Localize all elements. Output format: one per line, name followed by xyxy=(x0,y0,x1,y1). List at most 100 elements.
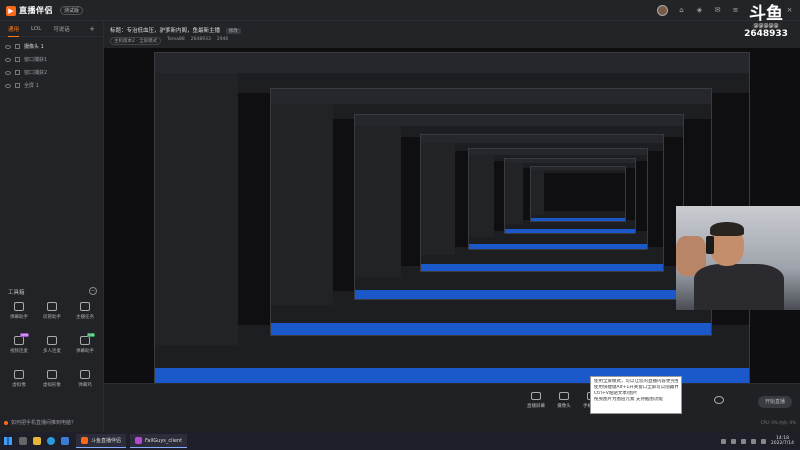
tool-item[interactable]: 虚拟形象 xyxy=(37,370,67,394)
store-icon[interactable] xyxy=(58,432,72,450)
volume-icon[interactable] xyxy=(760,438,766,444)
preview-mirror xyxy=(530,166,626,222)
danmaku-icon xyxy=(80,336,90,345)
logo-icon: ▶ xyxy=(6,5,16,16)
app-logo: ▶ 直播伴侣 测试版 xyxy=(6,5,84,16)
tool-label: 弹幕助手 xyxy=(10,315,28,320)
version-badge: 测试版 xyxy=(60,6,84,15)
tip-line: 拖曳图片为图层元素 支持截图功能 xyxy=(594,397,663,402)
eye-icon[interactable] xyxy=(5,70,11,75)
button-label: 摄像头 xyxy=(557,404,571,409)
camera-icon xyxy=(559,392,569,400)
scene-item[interactable]: 摄像头 1 xyxy=(0,40,103,53)
user-icon xyxy=(47,302,57,311)
tab-talk[interactable]: 可说话 xyxy=(53,25,70,33)
category-text: Tema88 xyxy=(167,37,185,42)
taskbar-app-label: 斗鱼直播伴侣 xyxy=(91,438,122,444)
eye-icon[interactable] xyxy=(5,83,11,88)
tool-label: 弹幕鸡 xyxy=(78,383,92,388)
windows-start-icon[interactable] xyxy=(0,432,16,450)
task-icon xyxy=(80,302,90,311)
tray-icon[interactable] xyxy=(720,438,726,444)
eye-icon[interactable] xyxy=(5,57,11,62)
screen-capture-button[interactable]: 直播屏幕 xyxy=(522,392,550,409)
tool-label: 视频连麦 xyxy=(10,349,28,354)
window-icon xyxy=(15,70,20,75)
eye-icon[interactable] xyxy=(5,44,11,49)
scene-label: 窗口捕获1 xyxy=(24,57,48,63)
settings-button[interactable] xyxy=(714,396,724,407)
help-hint[interactable]: 如何把手机直播间推到电脑？ xyxy=(4,419,76,426)
scene-tabs: 通用 LOL 可说话 + xyxy=(0,21,103,37)
tool-label: 虚拟像 xyxy=(12,383,26,388)
tool-item[interactable]: 虚拟像 xyxy=(4,370,34,394)
add-tab-button[interactable]: + xyxy=(89,25,95,33)
video-link-icon xyxy=(14,336,24,345)
scene-item[interactable]: 全屏 1 xyxy=(0,79,103,92)
window-icon xyxy=(15,57,20,62)
hint-text: 如何把手机直播间推到电脑？ xyxy=(11,420,77,426)
screen-icon xyxy=(531,392,541,400)
watermark-logo: 斗鱼 xyxy=(749,4,783,24)
tool-item[interactable]: 多人连麦 xyxy=(37,336,67,360)
tool-item[interactable]: 主播任务 xyxy=(70,302,100,326)
scene-item[interactable]: 窗口捕获1 xyxy=(0,53,103,66)
tool-label: 主播任务 xyxy=(76,315,94,320)
sidebar: 通用 LOL 可说话 + 摄像头 1 窗口捕获1 窗口捕获2 全屏 1 工具箱 … xyxy=(0,21,104,432)
file-explorer-icon[interactable] xyxy=(30,432,44,450)
camera-button[interactable]: 摄像头 xyxy=(550,392,578,409)
fallguys-app-icon xyxy=(135,437,143,444)
taskbar-app-label: FallGuys_client xyxy=(145,437,183,444)
menu-icon[interactable]: ≡ xyxy=(731,6,740,15)
tool-item[interactable]: 房管助手 xyxy=(37,302,67,326)
title-prefix: 标题： xyxy=(110,28,127,34)
scene-label: 全屏 1 xyxy=(24,83,39,89)
webcam-feed xyxy=(676,206,800,310)
tab-lol[interactable]: LOL xyxy=(31,26,41,32)
app-titlebar: ▶ 直播伴侣 测试版 ⌂ ◈ ✉ ≡ – □ × xyxy=(0,0,800,21)
windows-taskbar: 斗鱼直播伴侣 FallGuys_client 14:18 2022/7/14 xyxy=(0,432,800,450)
tool-item[interactable]: new 视频连麦 xyxy=(4,333,34,360)
toolbox-collapse-button[interactable]: − xyxy=(89,287,97,295)
tool-item[interactable]: 弹幕助手 xyxy=(4,302,34,326)
bottom-controls: 直播屏幕 摄像头 手机投屏 开始直播 CPU: 0% 内存: 0% xyxy=(104,383,800,432)
notification-icon[interactable]: ⌂ xyxy=(677,6,686,15)
skin-icon[interactable]: ◈ xyxy=(695,6,704,15)
multi-link-icon xyxy=(47,336,57,345)
tip-popup: 使用全屏模式，可以让您的直播内容更完整 使用快捷键Alt+1开关窗口全屏可以隐藏… xyxy=(590,376,682,414)
headphone-icon xyxy=(706,236,714,254)
logo-text: 直播伴侣 xyxy=(19,6,53,15)
avatar-icon xyxy=(14,370,24,379)
tool-label: 弹幕助手 xyxy=(76,349,94,354)
taskbar-app-douyu[interactable]: 斗鱼直播伴侣 xyxy=(76,434,127,448)
toolbox-title: 工具箱 xyxy=(8,290,25,296)
edge-icon[interactable] xyxy=(44,432,58,450)
tool-item[interactable]: 弹幕鸡 xyxy=(70,370,100,394)
taskbar-clock[interactable]: 14:18 2022/7/14 xyxy=(771,436,794,446)
system-stats: CPU: 0% 内存: 0% xyxy=(760,420,796,425)
camera-icon xyxy=(15,44,20,49)
monitor-icon xyxy=(15,83,20,88)
scene-label: 窗口捕获2 xyxy=(24,70,48,76)
tool-item[interactable]: hot 弹幕助手 xyxy=(70,333,100,360)
tool-label: 房管助手 xyxy=(43,315,61,320)
scene-item[interactable]: 窗口捕获2 xyxy=(0,66,103,79)
tray-icon[interactable] xyxy=(740,438,746,444)
tab-general[interactable]: 通用 xyxy=(8,25,20,37)
download-icon xyxy=(47,370,57,379)
calendar-icon xyxy=(80,370,90,379)
taskbar-app-fallguys[interactable]: FallGuys_client xyxy=(130,434,188,448)
stream-meta: 主机版本2 · 全屏模式 Tema88 2648933 2946 xyxy=(110,37,228,45)
edit-title-button[interactable]: 修改 xyxy=(225,28,241,34)
new-badge: new xyxy=(19,333,29,337)
gear-icon xyxy=(714,396,724,404)
stream-info-bar: 标题：专治低血压，驴爹新内阁，鱼最新主播 修改 主机版本2 · 全屏模式 Tem… xyxy=(104,21,800,48)
start-stream-button[interactable]: 开始直播 xyxy=(758,396,792,408)
task-view-icon[interactable] xyxy=(16,432,30,450)
message-icon[interactable]: ✉ xyxy=(713,6,722,15)
title-text: 专治低血压，驴爹新内阁，鱼最新主播 xyxy=(126,28,221,34)
tray-icon[interactable] xyxy=(730,438,736,444)
user-avatar[interactable] xyxy=(657,5,668,16)
mode-chip[interactable]: 主机版本2 · 全屏模式 xyxy=(110,37,162,45)
network-icon[interactable] xyxy=(750,438,756,444)
